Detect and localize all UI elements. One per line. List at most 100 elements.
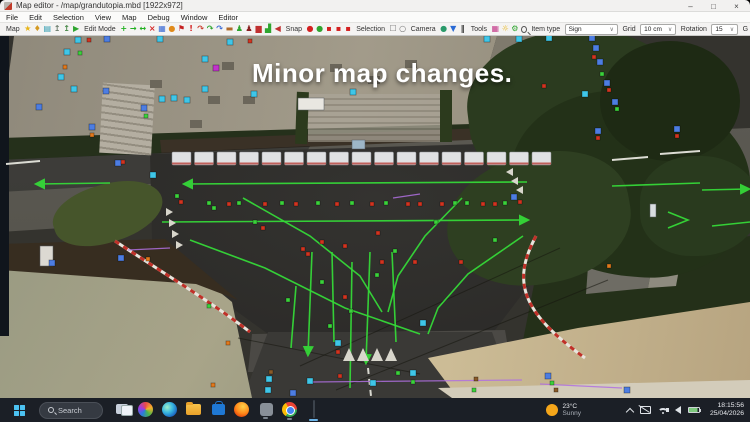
utility-app-icon[interactable] bbox=[257, 400, 274, 419]
node-marker[interactable] bbox=[75, 37, 81, 43]
pedestrian-icon[interactable]: ♟ bbox=[236, 23, 243, 35]
green-node-marker[interactable] bbox=[411, 380, 415, 384]
green-node-marker[interactable] bbox=[350, 201, 354, 205]
green-node-marker[interactable] bbox=[493, 238, 497, 242]
widgets-icon[interactable] bbox=[137, 400, 154, 420]
red-node-marker[interactable] bbox=[336, 350, 340, 354]
fly-icon[interactable]: ▼ bbox=[450, 23, 457, 35]
green-node-marker[interactable] bbox=[600, 72, 604, 76]
green-node-marker[interactable] bbox=[393, 249, 397, 253]
sign-marker[interactable] bbox=[290, 390, 296, 396]
signal-stop-icon[interactable]: ▪ bbox=[326, 23, 333, 35]
sign-marker[interactable] bbox=[36, 104, 42, 110]
menu-window[interactable]: Window bbox=[181, 13, 208, 22]
cone-marker[interactable] bbox=[90, 133, 94, 137]
node-marker[interactable] bbox=[227, 39, 233, 45]
open-folder-icon[interactable]: ▤ bbox=[43, 23, 51, 35]
sign-marker[interactable] bbox=[103, 88, 109, 94]
rotate-blue-icon[interactable]: ↷ bbox=[216, 23, 223, 35]
green-node-marker[interactable] bbox=[328, 324, 332, 328]
sign-marker[interactable] bbox=[545, 373, 551, 379]
menu-map[interactable]: Map bbox=[122, 13, 137, 22]
search-input[interactable]: Search bbox=[39, 402, 103, 419]
green-node-marker[interactable] bbox=[237, 201, 241, 205]
green-node-marker[interactable] bbox=[453, 201, 457, 205]
vehicle-icon[interactable]: ▆ bbox=[255, 23, 262, 35]
map-editor-taskbar-icon[interactable] bbox=[305, 400, 322, 421]
signal-red-icon[interactable]: ● bbox=[307, 23, 314, 35]
green-node-marker[interactable] bbox=[465, 201, 469, 205]
red-node-marker[interactable] bbox=[343, 244, 347, 248]
flag-icon[interactable]: ⚑ bbox=[178, 23, 185, 35]
sound-icon[interactable]: ◀ bbox=[274, 23, 281, 35]
sign-marker[interactable] bbox=[104, 36, 110, 42]
green-node-marker[interactable] bbox=[396, 371, 400, 375]
red-node-marker[interactable] bbox=[418, 202, 422, 206]
green-node-marker[interactable] bbox=[434, 220, 438, 224]
green-node-marker[interactable] bbox=[253, 220, 257, 224]
green-node-marker[interactable] bbox=[78, 51, 82, 55]
cone-marker[interactable] bbox=[146, 257, 150, 261]
green-node-marker[interactable] bbox=[615, 107, 619, 111]
node-marker[interactable] bbox=[484, 36, 490, 42]
menu-debug[interactable]: Debug bbox=[148, 13, 170, 22]
sign-marker[interactable] bbox=[49, 260, 55, 266]
bench-icon[interactable]: ▬ bbox=[226, 23, 234, 35]
run-icon[interactable]: ▶ bbox=[73, 23, 80, 35]
red-node-marker[interactable] bbox=[301, 247, 305, 251]
delete-icon[interactable]: × bbox=[149, 23, 156, 35]
menu-editor[interactable]: Editor bbox=[218, 13, 238, 22]
file-explorer-icon[interactable] bbox=[185, 400, 202, 418]
sign-marker[interactable] bbox=[674, 126, 680, 132]
red-node-marker[interactable] bbox=[596, 136, 600, 140]
node-marker[interactable] bbox=[370, 380, 376, 386]
sign-marker[interactable] bbox=[595, 128, 601, 134]
red-node-marker[interactable] bbox=[481, 202, 485, 206]
weather-widget[interactable]: 23°C Sunny bbox=[546, 403, 581, 418]
red-node-marker[interactable] bbox=[335, 202, 339, 206]
red-node-marker[interactable] bbox=[380, 260, 384, 264]
volume-icon[interactable] bbox=[675, 406, 681, 414]
firefox-icon[interactable] bbox=[233, 400, 250, 420]
taskbar-clock[interactable]: 18:15:56 25/04/2026 bbox=[710, 402, 744, 418]
red-node-marker[interactable] bbox=[320, 240, 324, 244]
node-marker[interactable] bbox=[157, 36, 163, 42]
green-node-marker[interactable] bbox=[316, 201, 320, 205]
map-viewport[interactable]: Minor map changes. bbox=[0, 36, 750, 398]
red-node-marker[interactable] bbox=[227, 202, 231, 206]
pause-icon[interactable]: ‖ bbox=[459, 23, 466, 35]
palette-icon[interactable]: ▦ bbox=[492, 23, 500, 35]
item-type-select[interactable]: Sign∨ bbox=[565, 24, 618, 35]
prop-marker[interactable] bbox=[554, 388, 558, 392]
red-node-marker[interactable] bbox=[261, 226, 265, 230]
node-marker[interactable] bbox=[265, 387, 271, 393]
node-marker[interactable] bbox=[202, 56, 208, 62]
red-node-marker[interactable] bbox=[376, 231, 380, 235]
red-node-marker[interactable] bbox=[406, 202, 410, 206]
magenta-marker[interactable] bbox=[213, 65, 219, 71]
globe-icon[interactable]: ● bbox=[440, 23, 447, 35]
cone-marker[interactable] bbox=[211, 383, 215, 387]
road-sign[interactable] bbox=[352, 140, 365, 149]
red-node-marker[interactable] bbox=[87, 38, 91, 42]
menu-file[interactable]: File bbox=[6, 13, 18, 22]
star-icon[interactable]: ★ bbox=[24, 23, 31, 35]
green-node-marker[interactable] bbox=[207, 201, 211, 205]
add-icon[interactable]: + bbox=[120, 23, 127, 35]
sign-marker[interactable] bbox=[89, 124, 95, 130]
green-node-marker[interactable] bbox=[212, 206, 216, 210]
sign-marker[interactable] bbox=[612, 99, 618, 105]
green-node-marker[interactable] bbox=[384, 201, 388, 205]
green-node-marker[interactable] bbox=[175, 194, 179, 198]
green-node-marker[interactable] bbox=[550, 381, 554, 385]
node-marker[interactable] bbox=[184, 97, 190, 103]
sign-marker[interactable] bbox=[597, 59, 603, 65]
rotate-green-icon[interactable]: ↷ bbox=[207, 23, 214, 35]
menu-selection[interactable]: Selection bbox=[53, 13, 84, 22]
red-node-marker[interactable] bbox=[607, 88, 611, 92]
tray-chevron-icon[interactable] bbox=[626, 407, 634, 415]
red-node-marker[interactable] bbox=[518, 200, 522, 204]
marquee-icon[interactable]: ☐ bbox=[389, 23, 396, 35]
red-node-marker[interactable] bbox=[459, 260, 463, 264]
node-marker[interactable] bbox=[582, 91, 588, 97]
